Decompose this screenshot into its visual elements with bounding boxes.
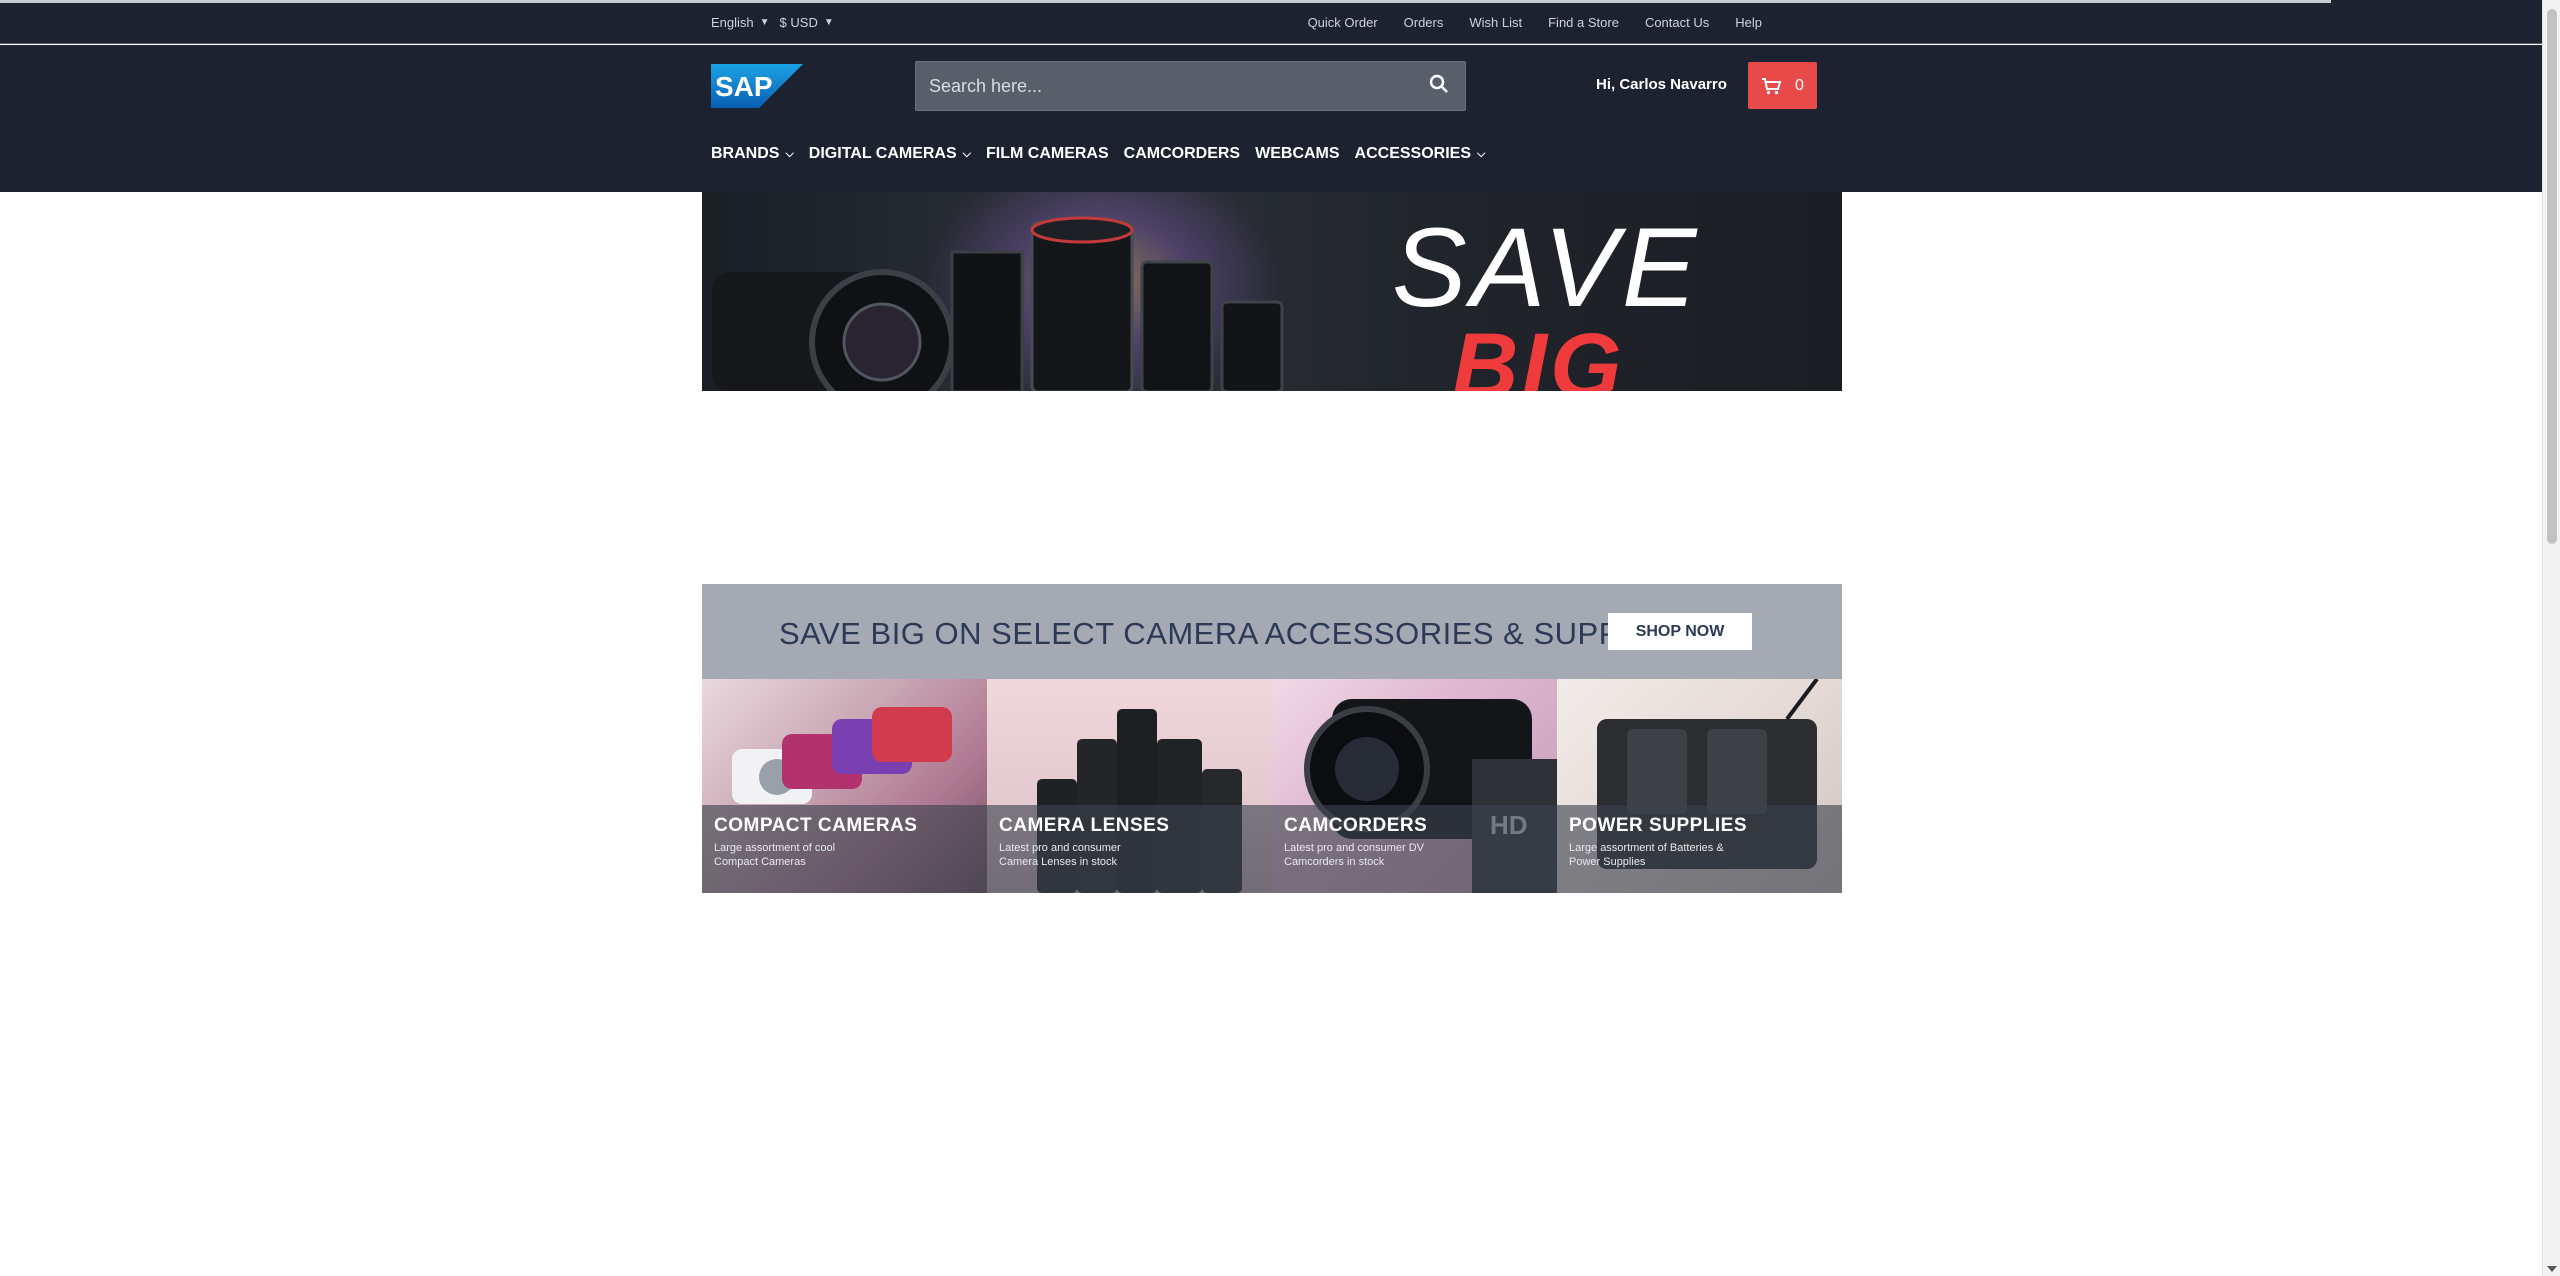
tile-title: CAMERA LENSES — [999, 815, 1170, 836]
nav-label: BRANDS — [711, 145, 780, 162]
tile-camera-lenses[interactable]: CAMERA LENSES Latest pro and consumer Ca… — [987, 679, 1272, 893]
nav-label: ACCESSORIES — [1354, 145, 1472, 162]
utility-bar: English ▼ $ USD ▼ Quick Order Orders Wis… — [0, 0, 2542, 44]
nav-webcams[interactable]: WEBCAMS — [1255, 145, 1339, 163]
search-input[interactable] — [916, 62, 1396, 110]
nav-label: FILM CAMERAS — [986, 145, 1109, 162]
search-button[interactable] — [1429, 74, 1453, 98]
tile-label: POWER SUPPLIES Large assortment of Batte… — [1557, 805, 1842, 893]
locale-selectors: English ▼ $ USD ▼ — [711, 15, 834, 30]
scrollbar-thumb[interactable] — [2547, 9, 2557, 544]
link-quick-order[interactable]: Quick Order — [1308, 15, 1378, 30]
hero-headline: SAVE — [1392, 205, 1701, 330]
link-wish-list[interactable]: Wish List — [1469, 15, 1522, 30]
chevron-down-icon: ⌵ — [1477, 147, 1486, 160]
promo-text: SAVE BIG ON SELECT CAMERA ACCESSORIES & … — [779, 616, 1690, 651]
nav-label: DIGITAL CAMERAS — [808, 145, 957, 162]
language-value: English — [711, 15, 754, 30]
nav-film-cameras[interactable]: FILM CAMERAS — [986, 145, 1109, 163]
tile-label: COMPACT CAMERAS Large assortment of cool… — [702, 805, 987, 893]
user-greeting[interactable]: Hi, Carlos Navarro — [1596, 76, 1727, 93]
cart-icon — [1762, 77, 1782, 94]
shop-now-button[interactable]: SHOP NOW — [1608, 613, 1752, 650]
link-help[interactable]: Help — [1735, 15, 1762, 30]
nav-digital-cameras[interactable]: DIGITAL CAMERAS ⌵ — [809, 145, 971, 163]
category-tiles: COMPACT CAMERAS Large assortment of cool… — [702, 679, 1842, 893]
tile-description: Latest pro and consumer DV Camcorders in… — [1284, 842, 1425, 868]
link-orders[interactable]: Orders — [1404, 15, 1444, 30]
link-find-store[interactable]: Find a Store — [1548, 15, 1619, 30]
tile-title: COMPACT CAMERAS — [714, 815, 918, 836]
chevron-down-icon: ▼ — [759, 17, 770, 28]
sap-logo[interactable]: SAP — [711, 64, 803, 108]
nav-accessories[interactable]: ACCESSORIES ⌵ — [1355, 145, 1486, 163]
tile-title: CAMCORDERS — [1284, 815, 1428, 836]
camera-lenses-image — [712, 216, 1284, 391]
chevron-down-icon: ⌵ — [785, 147, 794, 160]
tile-label: CAMCORDERS Latest pro and consumer DV Ca… — [1272, 805, 1557, 893]
cart-count: 0 — [1795, 76, 1804, 94]
hero-banner[interactable]: SAVE BIG — [702, 192, 1842, 391]
search-box — [915, 61, 1466, 111]
utility-links: Quick Order Orders Wish List Find a Stor… — [1308, 15, 1762, 30]
site-header: SAP Hi, Carlos Navarro 0 BRANDS ⌵ DIGITA… — [0, 45, 2542, 192]
promo-strip: SAVE BIG ON SELECT CAMERA ACCESSORIES & … — [702, 584, 1842, 679]
tile-compact-cameras[interactable]: COMPACT CAMERAS Large assortment of cool… — [702, 679, 987, 893]
tile-title: POWER SUPPLIES — [1569, 815, 1748, 836]
currency-value: $ USD — [779, 15, 818, 30]
tile-label: CAMERA LENSES Latest pro and consumer Ca… — [987, 805, 1272, 893]
chevron-down-icon: ⌵ — [962, 147, 971, 160]
language-select[interactable]: English ▼ — [711, 15, 770, 30]
currency-select[interactable]: $ USD ▼ — [780, 15, 834, 30]
tile-power-supplies[interactable]: POWER SUPPLIES Large assortment of Batte… — [1557, 679, 1842, 893]
page-scrollbar[interactable] — [2542, 0, 2560, 1276]
chevron-down-icon: ▼ — [823, 17, 834, 28]
link-contact-us[interactable]: Contact Us — [1645, 15, 1709, 30]
search-icon — [1429, 74, 1448, 93]
tile-description: Large assortment of Batteries & Power Su… — [1569, 842, 1724, 868]
tile-camcorders[interactable]: HD CAMCORDERS Latest pro and consumer DV… — [1272, 679, 1557, 893]
tile-description: Latest pro and consumer Camera Lenses in… — [999, 842, 1121, 868]
nav-label: WEBCAMS — [1255, 145, 1340, 162]
main-nav: BRANDS ⌵ DIGITAL CAMERAS ⌵ FILM CAMERAS … — [711, 145, 1485, 163]
nav-brands[interactable]: BRANDS ⌵ — [711, 145, 794, 163]
scroll-down-arrow-icon[interactable] — [2547, 1266, 2557, 1272]
hero-subheadline: BIG — [1452, 315, 1625, 391]
nav-label: CAMCORDERS — [1123, 145, 1241, 162]
page-load-progress — [0, 0, 2331, 3]
tile-description: Large assortment of cool Compact Cameras — [714, 842, 836, 868]
cart-button[interactable]: 0 — [1748, 62, 1817, 109]
logo-text: SAP — [715, 71, 773, 102]
nav-camcorders[interactable]: CAMCORDERS — [1124, 145, 1240, 163]
